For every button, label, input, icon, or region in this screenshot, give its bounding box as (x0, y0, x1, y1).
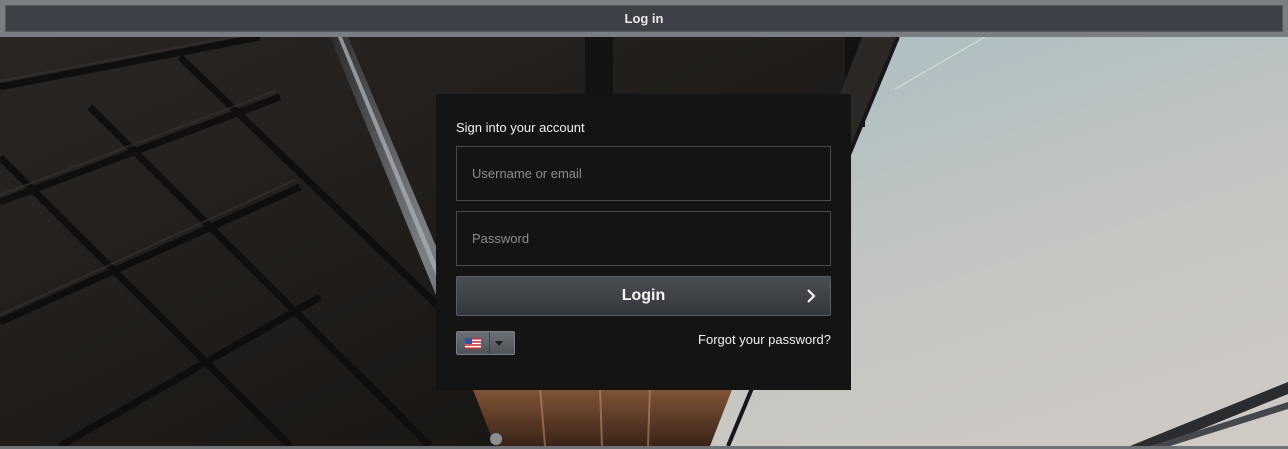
chevron-right-icon (807, 289, 816, 303)
login-button-label: Login (621, 287, 666, 304)
username-input[interactable] (456, 146, 831, 201)
us-flag-icon (465, 337, 481, 349)
password-input[interactable] (456, 211, 831, 266)
window-title: Log in (624, 11, 664, 26)
language-select[interactable] (456, 331, 515, 355)
forgot-password-link[interactable]: Forgot your password? (698, 332, 831, 347)
browser-window: Log in Sign into your account Username o… (0, 0, 1288, 449)
login-button[interactable]: Login (456, 276, 831, 316)
login-heading: Sign into your account (456, 120, 585, 135)
caret-down-icon[interactable] (495, 340, 503, 346)
language-select-divider (489, 332, 490, 354)
login-panel: Sign into your account Login Forgot your… (436, 94, 851, 390)
window-titlebar: Log in (5, 5, 1283, 32)
